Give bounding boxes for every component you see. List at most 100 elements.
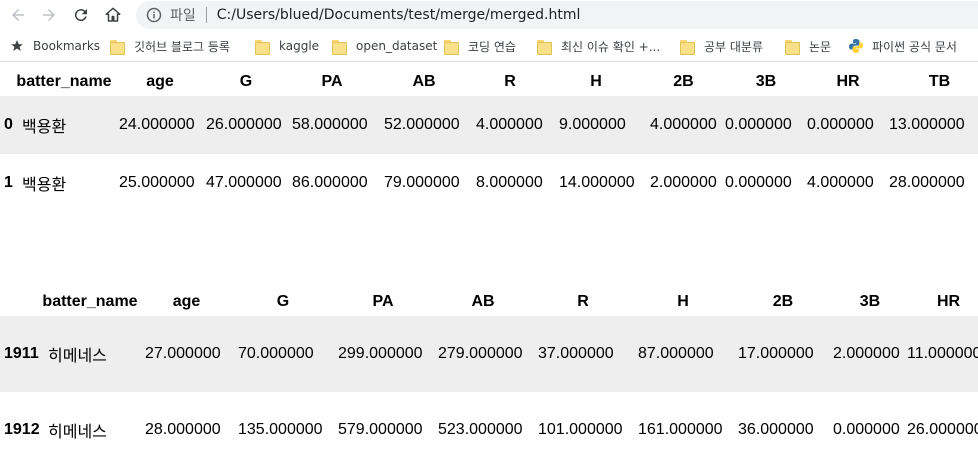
row-index: 0	[4, 116, 13, 133]
column-header: H	[677, 293, 689, 310]
reload-icon	[74, 9, 87, 22]
bookmark-label: 깃허브 블로그 등록	[134, 39, 230, 54]
column-header: 2B	[673, 73, 694, 90]
column-header: HR	[836, 73, 860, 90]
cell-batter-name: 백용환	[22, 119, 67, 136]
cell-2b: 17.000000	[738, 345, 814, 362]
row-index: 1911	[4, 345, 39, 362]
cell-g: 26.000000	[206, 116, 282, 133]
reload-button[interactable]	[69, 3, 93, 27]
folder-icon	[444, 39, 460, 55]
column-header: age	[172, 293, 201, 310]
bookmark-coding-practice[interactable]: 코딩 연습	[444, 30, 516, 62]
bookmark-kaggle[interactable]: kaggle	[255, 30, 319, 62]
bookmark-label: 논문	[809, 39, 832, 54]
info-icon[interactable]	[146, 7, 162, 23]
cell-3b: 2.000000	[833, 345, 900, 362]
cell-pa: 86.000000	[292, 174, 368, 191]
dataframe-table-1: batter_name age G PA AB R H 2B 3B HR TB …	[0, 68, 978, 212]
arrow-right-icon	[43, 9, 55, 21]
bookmark-papers[interactable]: 논문	[785, 30, 831, 62]
row-index: 1	[4, 174, 13, 191]
cell-batter-name: 히메네스	[48, 424, 107, 441]
cell-batter-name: 백용환	[22, 177, 67, 194]
cell-r: 37.000000	[538, 345, 614, 362]
bookmark-github-blog[interactable]: 깃허브 블로그 등록	[110, 30, 230, 62]
url-text[interactable]: C:/Users/blued/Documents/test/merge/merg…	[217, 7, 581, 23]
cell-h: 87.000000	[638, 345, 714, 362]
table-header-row: batter_name age G PA AB R H 2B 3B HR	[0, 288, 978, 316]
cell-age: 27.000000	[145, 345, 221, 362]
cell-r: 101.000000	[538, 421, 623, 438]
column-header: HR	[936, 293, 961, 310]
cell-ab: 52.000000	[384, 116, 460, 133]
cell-r: 8.000000	[476, 174, 543, 191]
table-row: 0 백용환 24.000000 26.000000 58.000000 52.0…	[0, 96, 978, 154]
bookmark-study[interactable]: 공부 대분류	[680, 30, 763, 62]
table-row: 1 백용환 25.000000 47.000000 86.000000 79.0…	[0, 154, 978, 212]
python-icon	[849, 39, 863, 53]
home-icon	[105, 7, 121, 22]
bookmark-open-dataset[interactable]: open_dataset	[332, 30, 437, 62]
column-header: 3B	[755, 73, 777, 90]
column-header: AB	[412, 73, 436, 90]
column-header: PA	[372, 293, 394, 310]
index-header	[0, 288, 40, 316]
bookmark-label: 공부 대분류	[704, 39, 764, 54]
cell-pa: 58.000000	[292, 116, 368, 133]
cell-3b: 0.000000	[725, 174, 792, 191]
browser-toolbar: 파일 C:/Users/blued/Documents/test/merge/m…	[0, 0, 978, 30]
column-header: TB	[928, 73, 951, 90]
cell-pa: 579.000000	[338, 421, 423, 438]
row-index: 1912	[4, 421, 40, 438]
bookmark-label: 파이썬 공식 문서	[872, 39, 957, 54]
column-header: R	[504, 73, 516, 90]
cell-3b: 0.000000	[833, 421, 900, 438]
bookmark-python-docs[interactable]: 파이썬 공식 문서	[848, 30, 957, 62]
bookmark-bookmarks[interactable]: Bookmarks	[10, 30, 100, 62]
table-row: 1912 히메네스 28.000000 135.000000 579.00000…	[0, 392, 978, 468]
bookmark-label: 코딩 연습	[468, 39, 516, 54]
column-header: R	[577, 293, 589, 310]
column-header: AB	[471, 293, 495, 310]
star-icon	[11, 40, 23, 51]
cell-hr: 4.000000	[807, 174, 874, 191]
cell-h: 161.000000	[638, 421, 723, 438]
back-button[interactable]	[6, 3, 30, 27]
folder-icon	[785, 39, 801, 55]
folder-icon	[110, 39, 126, 55]
arrow-left-icon	[12, 9, 24, 21]
column-header: G	[276, 293, 290, 310]
folder-icon	[332, 39, 348, 55]
forward-button[interactable]	[37, 3, 61, 27]
cell-r: 4.000000	[476, 116, 543, 133]
cell-hr: 0.000000	[807, 116, 874, 133]
cell-ab: 523.000000	[438, 421, 523, 438]
scheme-label: 파일	[170, 8, 196, 24]
cell-g: 135.000000	[238, 421, 323, 438]
cell-2b: 36.000000	[738, 421, 814, 438]
cell-age: 25.000000	[119, 174, 195, 191]
column-header: G	[239, 73, 253, 90]
cell-g: 70.000000	[238, 345, 314, 362]
cell-hr: 11.000000	[907, 345, 978, 362]
table-header-row: batter_name age G PA AB R H 2B 3B HR TB	[0, 68, 978, 96]
bookmarks-bar: Bookmarks 깃허브 블로그 등록 kaggle open_dataset…	[0, 30, 978, 62]
cell-h: 9.000000	[559, 116, 626, 133]
cell-g: 47.000000	[206, 174, 282, 191]
cell-2b: 4.000000	[650, 116, 717, 133]
bookmark-label: kaggle	[279, 39, 320, 53]
cell-age: 28.000000	[145, 421, 221, 438]
cell-pa: 299.000000	[338, 345, 423, 362]
bookmark-label: open_dataset	[356, 39, 438, 53]
folder-icon	[537, 39, 553, 55]
home-button[interactable]	[101, 3, 125, 27]
address-bar[interactable]: 파일 C:/Users/blued/Documents/test/merge/m…	[136, 1, 978, 29]
folder-icon	[255, 39, 271, 55]
bookmark-latest-issues[interactable]: 최신 이슈 확인 +...	[537, 30, 660, 62]
cell-tb: 28.000000	[889, 174, 965, 191]
bookmark-label: 최신 이슈 확인 +...	[561, 39, 661, 54]
column-header: age	[146, 73, 174, 90]
cell-tb: 13.000000	[889, 116, 965, 133]
column-header: batter_name	[16, 73, 112, 90]
